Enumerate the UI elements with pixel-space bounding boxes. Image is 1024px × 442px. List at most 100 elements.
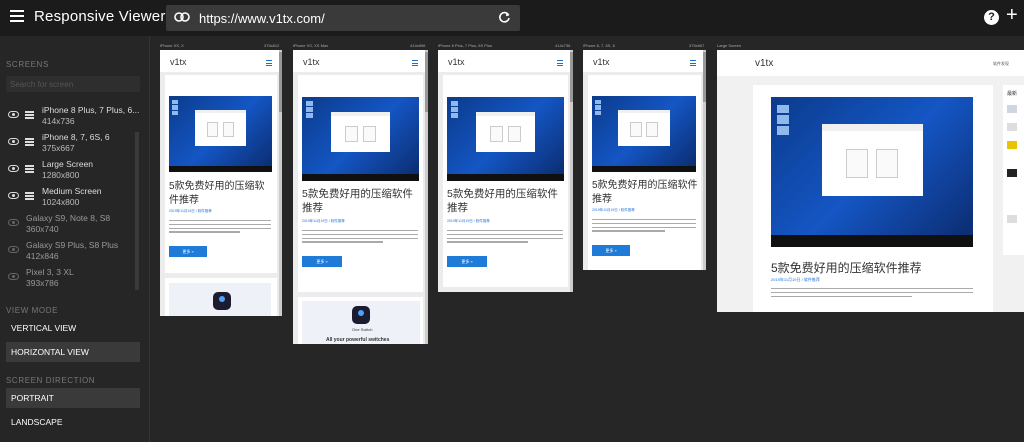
screen-search-input[interactable] bbox=[6, 76, 140, 92]
frame-scrollbar[interactable] bbox=[279, 50, 282, 316]
sidebar: SCREENS iPhone 8 Plus, 7 Plus, 6... 414x… bbox=[0, 36, 150, 442]
device-frame[interactable]: v1tx 5款免费好用的压缩软件推荐 2019年11月19日 / 软件推荐 更多… bbox=[583, 50, 706, 270]
site-header: v1tx 软件发现 bbox=[717, 50, 1024, 76]
frame-scrollbar[interactable] bbox=[425, 50, 428, 344]
promo-card bbox=[165, 278, 277, 316]
drag-handle-icon[interactable] bbox=[25, 192, 34, 201]
article-image[interactable] bbox=[447, 97, 564, 181]
vertical-view-button[interactable]: VERTICAL VIEW bbox=[6, 318, 140, 338]
help-icon[interactable]: ? bbox=[984, 10, 999, 25]
view-mode-section-label: VIEW MODE bbox=[6, 306, 59, 315]
article-title[interactable]: 5款免费好用的压缩软件推荐 bbox=[771, 260, 991, 276]
article-image[interactable] bbox=[771, 97, 973, 247]
sidebar-scrollbar[interactable] bbox=[135, 132, 139, 290]
article-excerpt bbox=[302, 230, 418, 245]
screen-dims: 1024x800 bbox=[42, 197, 80, 207]
site-header: v1tx bbox=[583, 50, 706, 72]
link-icon bbox=[174, 12, 190, 22]
device-resolution: 414x896 bbox=[410, 43, 426, 48]
screen-name: Pixel 3, 3 XL bbox=[26, 267, 74, 277]
url-text[interactable]: https://www.v1tx.com/ bbox=[199, 11, 325, 26]
drag-handle-icon[interactable] bbox=[25, 111, 34, 120]
promo-card: One Switch All your powerful switches bbox=[298, 297, 423, 344]
screen-item[interactable]: Galaxy S9 Plus, S8 Plus 412x846 bbox=[0, 237, 140, 263]
article-image[interactable] bbox=[592, 96, 696, 172]
frame-scrollbar[interactable] bbox=[703, 50, 706, 270]
device-label: Large Screen bbox=[717, 43, 742, 48]
more-button[interactable]: 更多 » bbox=[447, 256, 487, 267]
device-label: iPhone XS, XS Max bbox=[293, 43, 329, 48]
article-title[interactable]: 5款免费好用的压缩软件推荐 bbox=[169, 180, 273, 207]
article-card: 5款免费好用的压缩软件推荐 2019年11月19日 / 软件推荐 更多 » bbox=[298, 75, 423, 292]
portrait-button[interactable]: PORTRAIT bbox=[6, 388, 140, 408]
site-logo[interactable]: v1tx bbox=[303, 57, 320, 67]
add-screen-icon[interactable]: + bbox=[1006, 5, 1018, 25]
app-icon bbox=[352, 306, 370, 324]
screen-dims: 412x846 bbox=[26, 251, 59, 261]
article-title[interactable]: 5款免费好用的压缩软件推荐 bbox=[447, 187, 567, 215]
article-meta: 2019年11月19日 / 软件推荐 bbox=[592, 208, 635, 212]
screen-name: iPhone 8 Plus, 7 Plus, 6... bbox=[42, 105, 140, 115]
top-bar: Responsive Viewer https://www.v1tx.com/ … bbox=[0, 0, 1024, 36]
screen-dims: 1280x800 bbox=[42, 170, 80, 180]
site-logo[interactable]: v1tx bbox=[448, 57, 465, 67]
article-image[interactable] bbox=[169, 96, 272, 172]
more-button[interactable]: 更多 » bbox=[592, 245, 630, 256]
sidebar-widget: 最新 bbox=[1003, 85, 1024, 255]
screen-item[interactable]: iPhone 8, 7, 6S, 6 375x667 bbox=[0, 129, 140, 155]
screen-dims: 375x667 bbox=[42, 143, 75, 153]
site-logo[interactable]: v1tx bbox=[170, 57, 187, 67]
article-card: 5款免费好用的压缩软件推荐 2019年11月19日 / 软件推荐 更多 » bbox=[165, 75, 277, 273]
eye-icon[interactable] bbox=[8, 138, 19, 145]
menu-icon[interactable] bbox=[10, 10, 24, 24]
article-excerpt bbox=[592, 219, 696, 234]
screen-dims: 393x786 bbox=[26, 278, 59, 288]
article-excerpt bbox=[771, 288, 973, 299]
article-card: 5款免费好用的压缩软件推荐 2019年11月19日 / 软件推荐 更多 » bbox=[443, 75, 568, 287]
screen-name: Galaxy S9 Plus, S8 Plus bbox=[26, 240, 119, 250]
site-logo[interactable]: v1tx bbox=[755, 58, 773, 69]
frame-scrollbar[interactable] bbox=[570, 50, 573, 292]
article-meta: 2019年11月19日 / 软件推荐 bbox=[169, 209, 212, 213]
device-label: iPhone XS, X bbox=[160, 43, 184, 48]
article-title[interactable]: 5款免费好用的压缩软件推荐 bbox=[302, 187, 420, 215]
device-frame[interactable]: v1tx 5款免费好用的压缩软件推荐 2019年11月19日 / 软件推荐 更多… bbox=[160, 50, 282, 316]
eye-icon[interactable] bbox=[8, 165, 19, 172]
device-frame[interactable]: v1tx 5款免费好用的压缩软件推荐 2019年11月19日 / 软件推荐 更多… bbox=[293, 50, 428, 344]
site-menu-icon[interactable] bbox=[557, 60, 563, 68]
promo-caption: One Switch bbox=[352, 327, 373, 332]
screen-item[interactable]: Galaxy S9, Note 8, S8 360x740 bbox=[0, 210, 140, 236]
site-menu-icon[interactable] bbox=[690, 60, 696, 68]
article-image[interactable] bbox=[302, 97, 419, 181]
screen-item[interactable]: Large Screen 1280x800 bbox=[0, 156, 140, 182]
url-bar[interactable]: https://www.v1tx.com/ bbox=[166, 5, 520, 31]
drag-handle-icon[interactable] bbox=[25, 138, 34, 147]
screen-item[interactable]: Medium Screen 1024x800 bbox=[0, 183, 140, 209]
device-resolution: 375x812 bbox=[264, 43, 280, 48]
device-frame[interactable]: v1tx 5款免费好用的压缩软件推荐 2019年11月19日 / 软件推荐 更多… bbox=[438, 50, 573, 292]
eye-off-icon[interactable] bbox=[8, 273, 19, 280]
more-button[interactable]: 更多 » bbox=[302, 256, 342, 267]
device-frame[interactable]: v1tx 软件发现 5款免费好用的压缩软件推荐 2019年11月19日 / 软件… bbox=[717, 50, 1024, 312]
site-menu-icon[interactable] bbox=[266, 60, 272, 68]
drag-handle-icon[interactable] bbox=[25, 165, 34, 174]
eye-off-icon[interactable] bbox=[8, 246, 19, 253]
landscape-button[interactable]: LANDSCAPE bbox=[6, 412, 140, 432]
horizontal-view-button[interactable]: HORIZONTAL VIEW bbox=[6, 342, 140, 362]
reload-icon[interactable] bbox=[498, 11, 511, 24]
site-logo[interactable]: v1tx bbox=[593, 57, 610, 67]
article-meta: 2019年11月19日 / 软件推荐 bbox=[447, 219, 490, 223]
widget-title: 最新 bbox=[1007, 91, 1018, 97]
screen-item[interactable]: iPhone 8 Plus, 7 Plus, 6... 414x736 bbox=[0, 102, 140, 128]
eye-icon[interactable] bbox=[8, 111, 19, 118]
screen-item[interactable]: Pixel 3, 3 XL 393x786 bbox=[0, 264, 140, 290]
eye-off-icon[interactable] bbox=[8, 219, 19, 226]
article-card: 5款免费好用的压缩软件推荐 2019年11月19日 / 软件推荐 bbox=[753, 85, 993, 312]
article-title[interactable]: 5款免费好用的压缩软件推荐 bbox=[592, 179, 700, 206]
site-menu-icon[interactable] bbox=[412, 60, 418, 68]
site-nav-link[interactable]: 软件发现 bbox=[993, 61, 1009, 67]
eye-icon[interactable] bbox=[8, 192, 19, 199]
screen-name: iPhone 8, 7, 6S, 6 bbox=[42, 132, 110, 142]
more-button[interactable]: 更多 » bbox=[169, 246, 207, 257]
screen-dims: 360x740 bbox=[26, 224, 59, 234]
